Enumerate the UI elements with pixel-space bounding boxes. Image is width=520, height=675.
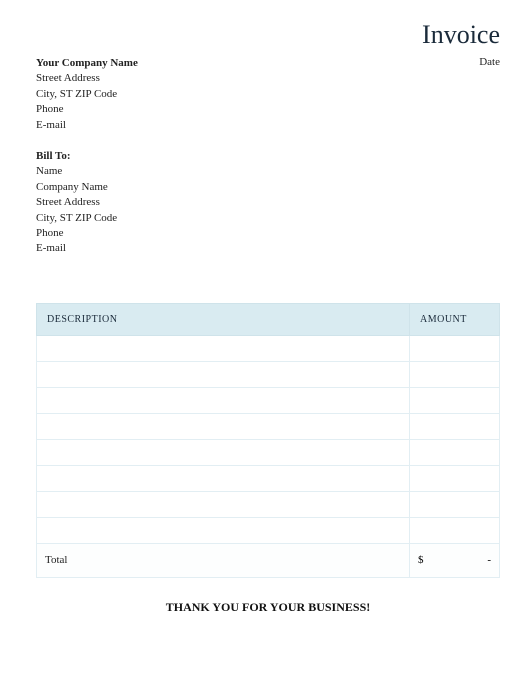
company-street: Street Address [36, 71, 138, 86]
cell-amount [410, 439, 500, 465]
bill-to-street: Street Address [36, 195, 500, 210]
bill-to-label: Bill To: [36, 149, 500, 164]
cell-amount [410, 491, 500, 517]
total-value: - [487, 554, 491, 566]
company-name: Your Company Name [36, 56, 138, 71]
table-row [37, 361, 500, 387]
invoice-title: Invoice [422, 20, 500, 50]
cell-amount [410, 335, 500, 361]
total-currency: $ [418, 554, 424, 566]
bill-to-email: E-mail [36, 241, 500, 256]
cell-description [37, 361, 410, 387]
bill-to-company: Company Name [36, 180, 500, 195]
company-email: E-mail [36, 118, 138, 133]
bill-to-city-line: City, ST ZIP Code [36, 211, 500, 226]
cell-amount [410, 517, 500, 543]
cell-description [37, 335, 410, 361]
cell-description [37, 517, 410, 543]
cell-amount [410, 361, 500, 387]
cell-description [37, 413, 410, 439]
company-phone: Phone [36, 102, 138, 117]
date-label: Date [479, 56, 500, 68]
cell-description [37, 439, 410, 465]
total-amount: $ - [410, 543, 500, 577]
table-row [37, 335, 500, 361]
table-row [37, 491, 500, 517]
table-row [37, 413, 500, 439]
bill-to-name: Name [36, 164, 500, 179]
cell-description [37, 387, 410, 413]
footer-message: THANK YOU FOR YOUR BUSINESS! [36, 600, 500, 615]
company-block: Your Company Name Street Address City, S… [36, 56, 138, 133]
header-description: DESCRIPTION [37, 303, 410, 335]
table-row [37, 517, 500, 543]
header-amount: AMOUNT [410, 303, 500, 335]
company-city-line: City, ST ZIP Code [36, 87, 138, 102]
total-label: Total [37, 543, 410, 577]
table-row [37, 439, 500, 465]
table-row [37, 387, 500, 413]
cell-amount [410, 465, 500, 491]
total-row: Total $ - [37, 543, 500, 577]
cell-amount [410, 413, 500, 439]
cell-amount [410, 387, 500, 413]
invoice-table: DESCRIPTION AMOUNT Total $ - [36, 303, 500, 578]
bill-to-block: Bill To: Name Company Name Street Addres… [36, 149, 500, 257]
cell-description [37, 491, 410, 517]
bill-to-phone: Phone [36, 226, 500, 241]
cell-description [37, 465, 410, 491]
table-row [37, 465, 500, 491]
